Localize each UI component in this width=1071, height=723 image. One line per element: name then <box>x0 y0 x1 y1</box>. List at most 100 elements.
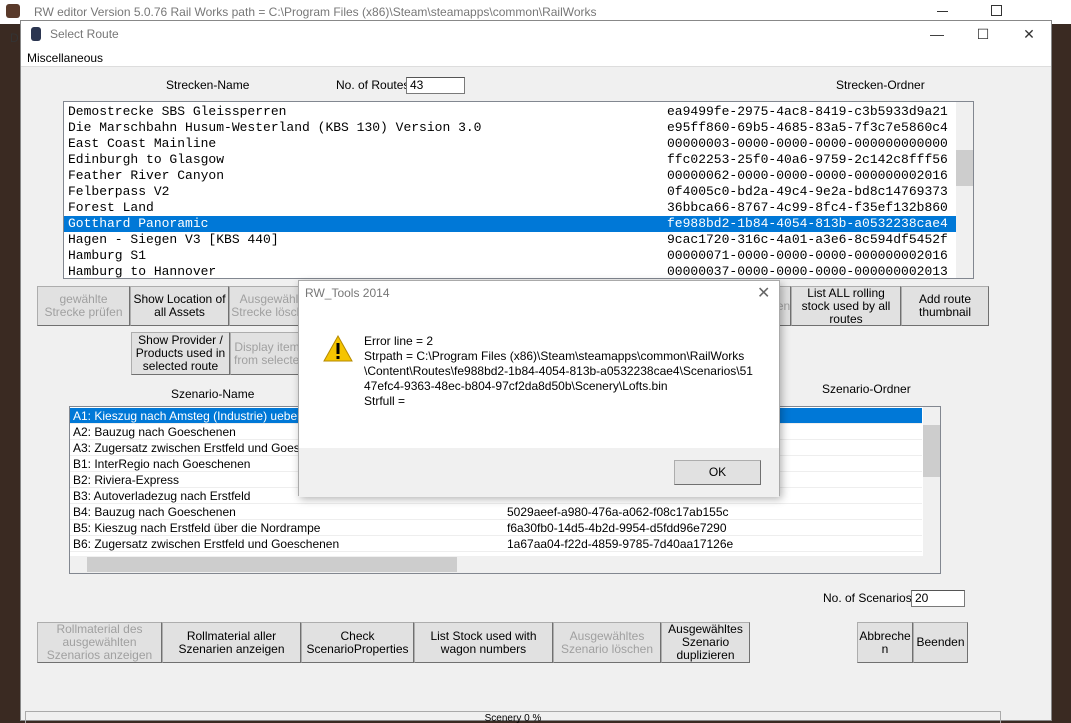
message-line-path: Strpath = C:\Program Files (x86)\Steam\s… <box>364 349 753 393</box>
route-row[interactable]: Hamburg S1 00000071-0000-0000-0000-000000… <box>64 248 957 264</box>
close-button[interactable]: ✕ <box>1006 21 1052 47</box>
route-name: Feather River Canyon <box>68 168 225 183</box>
route-name: Hamburg to Hannover <box>68 264 217 279</box>
scrollbar-thumb[interactable] <box>87 557 457 572</box>
route-folder: 0f4005c0-bd2a-49c4-9e2a-bd8c14769373 <box>667 184 948 199</box>
scenario-name: A2: Bauzug nach Goeschenen <box>73 425 236 439</box>
show-stock-selected-scenario-button[interactable]: Rollmaterial des ausgewählten Szenarios … <box>37 622 162 663</box>
outer-window-title: RW editor Version 5.0.76 Rail Works path… <box>34 5 597 19</box>
outer-minimize-icon[interactable] <box>937 11 948 12</box>
scenario-name: B5: Kieszug nach Erstfeld über die Nordr… <box>73 521 321 535</box>
scenario-name: B3: Autoverladezug nach Erstfeld <box>73 489 251 503</box>
route-name: Demostrecke SBS Gleissperren <box>68 104 287 119</box>
scenarios-horizontal-scrollbar[interactable] <box>70 556 940 573</box>
message-box-title: RW_Tools 2014 <box>305 286 390 300</box>
progress-label: Scenery 0 % <box>484 713 542 723</box>
progress-bar: Scenery 0 % <box>25 711 1001 723</box>
scenarios-vertical-scrollbar[interactable] <box>923 407 940 557</box>
route-row[interactable]: Hagen - Siegen V3 [KBS 440] 9cac1720-316c… <box>64 232 957 248</box>
minimize-button[interactable]: — <box>914 21 960 47</box>
route-row[interactable]: Edinburgh to Glasgow ffc02253-25f0-40a6-9… <box>64 152 957 168</box>
show-location-button[interactable]: Show Location of all Assets <box>130 286 229 326</box>
routes-count-field[interactable]: 43 <box>406 77 465 94</box>
scenario-row[interactable]: B4: Bauzug nach Goeschenen 5029aeef-a980-… <box>70 504 922 520</box>
route-row[interactable]: Gotthard Panoramic fe988bd2-1b84-4054-813… <box>64 216 957 232</box>
scenario-name: B6: Zugersatz zwischen Erstfeld und Goes… <box>73 537 340 551</box>
route-folder: 36bbca66-8767-4c99-8fc4-f35ef132b860 <box>667 200 948 215</box>
show-providers-button[interactable]: Show Provider / Products used in selecte… <box>131 332 230 375</box>
routes-vertical-scrollbar[interactable] <box>956 102 973 278</box>
scenarios-folder-header: Szenario-Ordner <box>822 382 911 396</box>
route-folder: 00000003-0000-0000-0000-000000000000 <box>667 136 948 151</box>
route-name: Gotthard Panoramic <box>68 216 209 231</box>
message-text: Error line = 2 Strpath = C:\Program File… <box>364 334 754 409</box>
cancel-button[interactable]: Abbreche n <box>857 622 913 663</box>
scrollbar-thumb[interactable] <box>923 425 940 477</box>
scenario-folder: f6a30fb0-14d5-4b2d-9954-d5fdd96e7290 <box>507 521 727 535</box>
scenario-name: A3: Zugersatz zwischen Erstfeld und Goes… <box>73 441 326 455</box>
route-row[interactable]: Hamburg to Hannover 00000037-0000-0000-00… <box>64 264 957 279</box>
scenario-row[interactable]: B6: Zugersatz zwischen Erstfeld und Goes… <box>70 536 922 552</box>
app-icon <box>6 4 20 18</box>
scenario-folder: 1a67aa04-f22d-4859-9785-7d40aa17126e <box>507 537 734 551</box>
route-folder: 00000037-0000-0000-0000-000000002013 <box>667 264 948 279</box>
delete-scenario-button[interactable]: Ausgewähltes Szenario löschen <box>553 622 661 663</box>
outer-maximize-icon[interactable] <box>991 5 1002 16</box>
route-folder: 00000062-0000-0000-0000-000000002016 <box>667 168 948 183</box>
scenarios-count-label: No. of Scenarios <box>823 591 912 605</box>
scenarios-count-field[interactable]: 20 <box>911 590 965 607</box>
route-name: Forest Land <box>68 200 154 215</box>
route-name: Edinburgh to Glasgow <box>68 152 225 167</box>
dialog-app-icon <box>31 27 41 41</box>
route-row[interactable]: Feather River Canyon 00000062-0000-0000-0… <box>64 168 957 184</box>
check-route-button[interactable]: gewählte Strecke prüfen <box>37 286 130 326</box>
route-folder: e95ff860-69b5-4685-83a5-7f3c7e5860c4 <box>667 120 948 135</box>
dialog-titlebar: Select Route — ☐ ✕ <box>21 21 1051 47</box>
route-row[interactable]: Forest Land 36bbca66-8767-4c99-8fc4-f35ef… <box>64 200 957 216</box>
menu-miscellaneous[interactable]: Miscellaneous <box>27 51 103 65</box>
message-line-strfull: Strfull = <box>364 394 406 408</box>
duplicate-scenario-button[interactable]: Ausgewähltes Szenario duplizieren <box>661 622 750 663</box>
route-row[interactable]: Felberpass V2 0f4005c0-bd2a-49c4-9e2a-bd8… <box>64 184 957 200</box>
error-message-box: RW_Tools 2014 ✕ Error line = 2 Strpath =… <box>298 280 780 497</box>
route-name: Hagen - Siegen V3 [KBS 440] <box>68 232 279 247</box>
message-box-close-icon[interactable]: ✕ <box>757 283 770 303</box>
route-name: East Coast Mainline <box>68 136 217 151</box>
list-stock-wagon-numbers-button[interactable]: List Stock used with wagon numbers <box>414 622 553 663</box>
route-folder: ffc02253-25f0-40a6-9759-2c142c8fff56 <box>667 152 948 167</box>
list-all-rolling-stock-button[interactable]: List ALL rolling stock used by all route… <box>791 286 901 326</box>
message-line-error: Error line = 2 <box>364 334 434 348</box>
scrollbar-thumb[interactable] <box>956 150 973 186</box>
check-scenario-properties-button[interactable]: Check ScenarioProperties <box>301 622 414 663</box>
ok-button[interactable]: OK <box>674 460 761 485</box>
route-folder: 9cac1720-316c-4a01-a3e6-8c594df5452f <box>667 232 948 247</box>
routes-count-label: No. of Routes <box>336 78 410 92</box>
scenario-folder: 5029aeef-a980-476a-a062-f08c17ab155c <box>507 505 729 519</box>
menu-bar: Miscellaneous <box>21 47 1051 67</box>
routes-list[interactable]: Demostrecke SBS Gleissperren ea9499fe-297… <box>63 101 974 279</box>
route-name: Hamburg S1 <box>68 248 147 263</box>
route-row[interactable]: East Coast Mainline 00000003-0000-0000-00… <box>64 136 957 152</box>
dialog-title: Select Route <box>50 27 119 41</box>
route-folder: 00000071-0000-0000-0000-000000002016 <box>667 248 948 263</box>
scenario-name: B2: Riviera-Express <box>73 473 180 487</box>
warning-icon <box>323 335 353 362</box>
maximize-button[interactable]: ☐ <box>960 21 1006 47</box>
route-folder: ea9499fe-2975-4ac8-8419-c3b5933d9a21 <box>667 104 948 119</box>
route-row[interactable]: Die Marschbahn Husum-Westerland (KBS 130… <box>64 120 957 136</box>
scenario-row[interactable]: B5: Kieszug nach Erstfeld über die Nordr… <box>70 520 922 536</box>
outer-side-letter: D <box>10 31 19 45</box>
routes-name-header: Strecken-Name <box>166 78 250 92</box>
scenario-name: B4: Bauzug nach Goeschenen <box>73 505 236 519</box>
add-route-thumbnail-button[interactable]: Add route thumbnail <box>901 286 989 326</box>
route-row[interactable]: Demostrecke SBS Gleissperren ea9499fe-297… <box>64 104 957 120</box>
route-name: Felberpass V2 <box>68 184 170 199</box>
scenarios-name-header: Szenario-Name <box>171 387 255 401</box>
routes-folder-header: Strecken-Ordner <box>836 78 925 92</box>
route-name: Die Marschbahn Husum-Westerland (KBS 130… <box>68 120 482 135</box>
route-folder: fe988bd2-1b84-4054-813b-a0532238cae4 <box>667 216 948 231</box>
quit-button[interactable]: Beenden <box>913 622 968 663</box>
scenario-name: A1: Kieszug nach Amsteg (Industrie) uebe… <box>73 409 334 423</box>
show-stock-all-scenarios-button[interactable]: Rollmaterial aller Szenarien anzeigen <box>162 622 301 663</box>
scenario-name: B1: InterRegio nach Goeschenen <box>73 457 251 471</box>
